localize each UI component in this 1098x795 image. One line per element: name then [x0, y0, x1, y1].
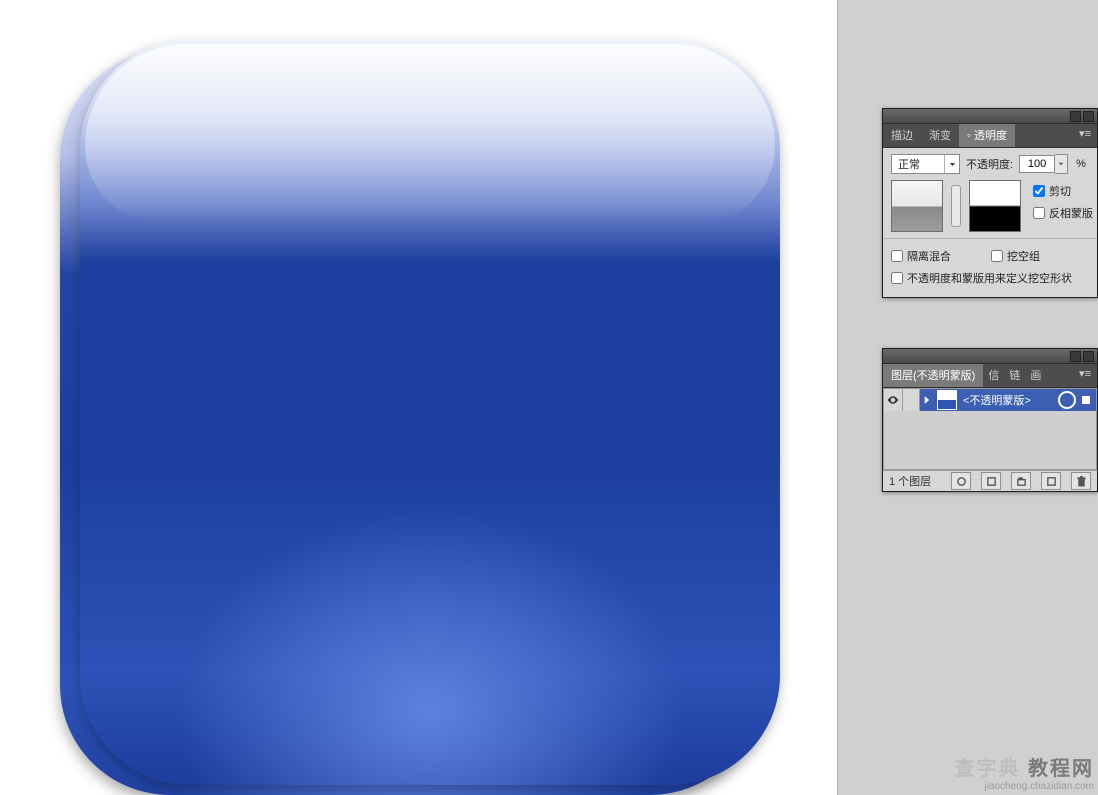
blend-mode-value: 正常: [892, 156, 944, 172]
make-clipping-mask-button[interactable]: [981, 472, 1001, 490]
tab-links[interactable]: 链: [1004, 364, 1025, 387]
watermark: 查字典 教程网 jiaocheng.chazidian.com: [954, 752, 1094, 792]
target-icon[interactable]: [1058, 391, 1076, 409]
layer-name[interactable]: <不透明蒙版>: [960, 392, 1052, 408]
invert-mask-checkbox[interactable]: 反相蒙版: [1033, 205, 1093, 221]
layers-panel: 图层(不透明蒙版) 信 链 画 ▾≡ <不透明蒙版>: [882, 348, 1098, 492]
layer-row[interactable]: <不透明蒙版>: [884, 389, 1096, 411]
panel-tabs: 描边 渐变 ◦ 透明度 ▾≡: [883, 124, 1097, 148]
tab-label: 描边: [891, 130, 913, 142]
panel-dock: 描边 渐变 ◦ 透明度 ▾≡ 正常 不透明度: %: [838, 0, 1098, 795]
visibility-toggle[interactable]: [884, 389, 903, 411]
tab-label: 链: [1009, 370, 1020, 382]
knockout-group-checkbox[interactable]: 挖空组: [991, 248, 1040, 264]
artwork-blue-icon: [60, 40, 780, 785]
tab-label: 渐变: [929, 130, 951, 142]
new-sublayer-button[interactable]: [1011, 472, 1031, 490]
blend-mode-select[interactable]: 正常: [891, 154, 960, 174]
opacity-mask-shape-checkbox[interactable]: 不透明度和蒙版用来定义挖空形状: [891, 270, 1089, 286]
canvas-area[interactable]: [0, 0, 838, 795]
layer-count: 1 个图层: [889, 473, 941, 489]
tab-stroke[interactable]: 描边: [883, 124, 921, 147]
tab-info[interactable]: 信: [983, 364, 1004, 387]
opacity-stepper[interactable]: [1055, 154, 1068, 174]
collapse-icon[interactable]: [1070, 351, 1081, 362]
layers-footer: 1 个图层: [883, 470, 1097, 491]
opacity-field[interactable]: [1019, 155, 1055, 173]
isolate-blending-checkbox[interactable]: 隔离混合: [891, 248, 951, 264]
layers-list[interactable]: <不透明蒙版>: [883, 388, 1097, 470]
tab-layers[interactable]: 图层(不透明蒙版): [883, 364, 983, 387]
checkbox-label: 剪切: [1049, 183, 1071, 199]
panel-titlebar[interactable]: [883, 349, 1097, 364]
tab-transparency[interactable]: ◦ 透明度: [959, 124, 1015, 147]
new-layer-button[interactable]: [1041, 472, 1061, 490]
panel-tabs: 图层(不透明蒙版) 信 链 画 ▾≡: [883, 364, 1097, 388]
tab-label: 信: [988, 370, 999, 382]
checkbox-label: 不透明度和蒙版用来定义挖空形状: [907, 270, 1072, 286]
clip-checkbox[interactable]: 剪切: [1033, 183, 1093, 199]
close-icon[interactable]: [1083, 351, 1094, 362]
eye-icon: [887, 395, 899, 405]
delete-layer-button[interactable]: [1071, 472, 1091, 490]
checkbox-label: 反相蒙版: [1049, 205, 1093, 221]
opacity-label: 不透明度:: [966, 156, 1013, 172]
tab-gradient[interactable]: 渐变: [921, 124, 959, 147]
lock-toggle[interactable]: [903, 389, 920, 411]
close-icon[interactable]: [1083, 111, 1094, 122]
chevron-right-icon: [924, 396, 930, 404]
tab-label: 图层(不透明蒙版): [891, 370, 975, 382]
checkbox-label: 挖空组: [1007, 248, 1040, 264]
opacity-input[interactable]: [1019, 154, 1068, 174]
link-icon[interactable]: [951, 185, 961, 227]
opacity-suffix: %: [1076, 158, 1086, 170]
panel-titlebar[interactable]: [883, 109, 1097, 124]
panel-menu-icon[interactable]: ▾≡: [1073, 364, 1097, 387]
expand-toggle[interactable]: [920, 389, 934, 411]
tab-label: 透明度: [974, 130, 1007, 142]
transparency-panel: 描边 渐变 ◦ 透明度 ▾≡ 正常 不透明度: %: [882, 108, 1098, 298]
layer-thumbnail: [937, 390, 957, 410]
mask-thumbnail[interactable]: [969, 180, 1021, 232]
panel-menu-icon[interactable]: ▾≡: [1073, 124, 1097, 147]
checkbox-label: 隔离混合: [907, 248, 951, 264]
tab-artboards[interactable]: 画: [1025, 364, 1046, 387]
chevron-down-icon: [944, 155, 959, 173]
trash-icon: [1076, 476, 1087, 487]
object-thumbnail[interactable]: [891, 180, 943, 232]
tab-label: 画: [1030, 370, 1041, 382]
selection-indicator[interactable]: [1082, 396, 1090, 404]
collapse-icon[interactable]: [1070, 111, 1081, 122]
locate-object-button[interactable]: [951, 472, 971, 490]
